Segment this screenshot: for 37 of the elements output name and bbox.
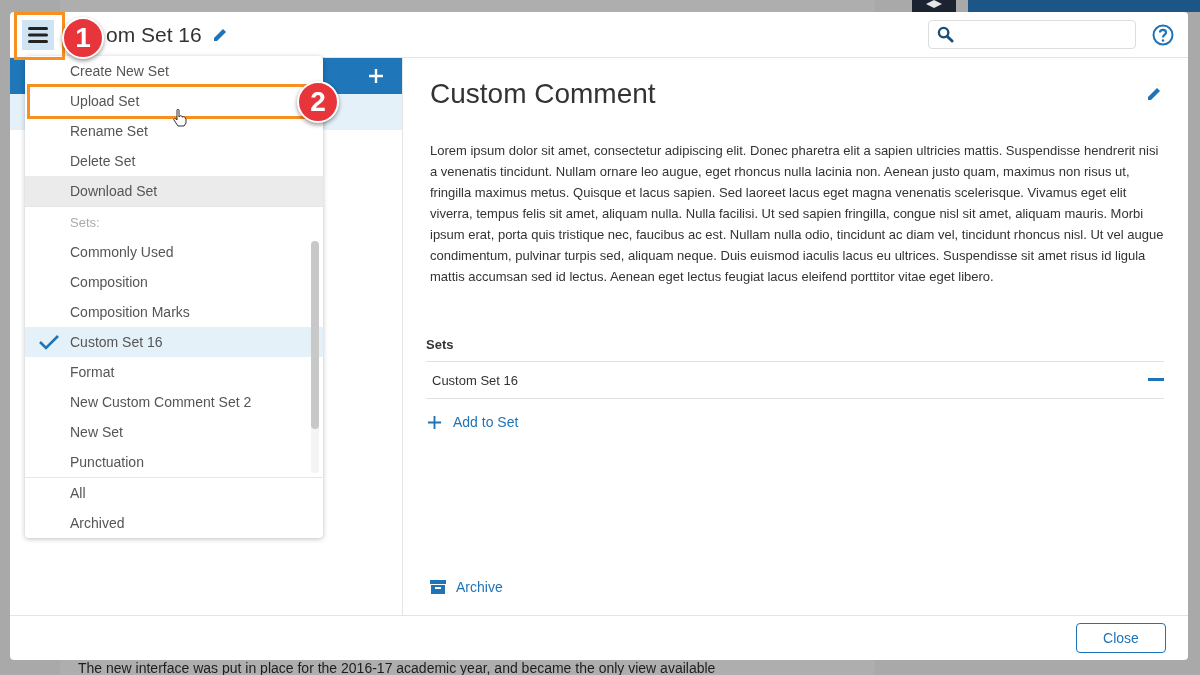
comment-title: Custom Comment — [430, 78, 656, 110]
menu-item[interactable]: Custom Set 16 — [25, 327, 323, 357]
plus-icon — [427, 414, 442, 430]
sets-heading: Sets — [426, 337, 1164, 362]
background-text: The new interface was put in place for the 2016-17 academic year, and became the only view available — [78, 661, 716, 675]
hand-cursor-icon — [173, 109, 187, 127]
remove-icon[interactable] — [1148, 378, 1164, 382]
scrollbar[interactable] — [311, 241, 319, 473]
menu-item[interactable]: Delete Set — [25, 146, 323, 176]
set-name: Custom Set 16 — [432, 372, 518, 388]
menu-item[interactable]: Composition Marks — [25, 297, 323, 327]
menu-item[interactable]: Commonly Used — [25, 237, 323, 267]
add-to-set-button[interactable]: Add to Set — [427, 414, 519, 430]
menu-item[interactable]: Format — [25, 357, 323, 387]
menu-item[interactable]: All — [25, 478, 323, 508]
edit-icon[interactable] — [211, 26, 228, 43]
comment-text: Lorem ipsum dolor sit amet, consectetur adipiscing elit. Donec pharetra elit a sapien ultricies mattis. Suspendisse hendrerit nisi a venenatis tincidunt. Nullam ornare leo augue, eget rhoncus nulla lacinia non. Aenean justo quam, maximus non risus ut, fringilla maximus metus. Quisque et lacus sapien. Sed laoreet lacus eget magna venenatis scelerisque. Vivamus eget elit viverra, tempus felis sit amet, aliquam nulla. Nulla facilisi. Ut sed sapien fringilla, congue nisl sit amet, aliquam mauris. Morbi ipsum erat, porta quis tristique nec, faucibus ac est. Nullam nulla odio, tincidunt ac diam vel, tincidunt rhoncus nisl. Ut vel augue condimentum, pulvinar turpis sed, aliquam neque. Duis euismod iaculis lacus eu ultrices. Suspendisse sit amet risus id ligula mattis accumsan sed id lectus. Aenean eget lectus feugiat lacus eleifend porttitor vitae eget libero. — [430, 142, 1164, 286]
menu-item[interactable]: Download Set — [25, 176, 323, 206]
layers-icon — [926, 0, 942, 8]
edit-icon[interactable] — [1146, 86, 1162, 102]
menu-button[interactable] — [22, 19, 54, 50]
add-icon[interactable] — [368, 68, 384, 84]
search-field[interactable] — [928, 20, 1136, 49]
menu-item[interactable]: Composition — [25, 267, 323, 297]
dialog-title: om Set 16 — [106, 22, 202, 47]
checkmark-icon — [39, 334, 59, 350]
menu-item[interactable]: New Set — [25, 417, 323, 447]
menu-section-label: Sets: — [25, 206, 323, 237]
menu-item[interactable]: New Custom Comment Set 2 — [25, 387, 323, 417]
archive-button[interactable]: Archive — [430, 579, 503, 595]
search-icon — [937, 26, 954, 43]
archive-box-icon — [430, 580, 446, 594]
menu-item[interactable]: Archived — [25, 508, 323, 538]
menu-item[interactable]: Punctuation — [25, 447, 323, 477]
help-icon[interactable] — [1152, 23, 1174, 46]
close-button[interactable]: Close — [1076, 623, 1166, 653]
menu-icon — [28, 26, 48, 43]
